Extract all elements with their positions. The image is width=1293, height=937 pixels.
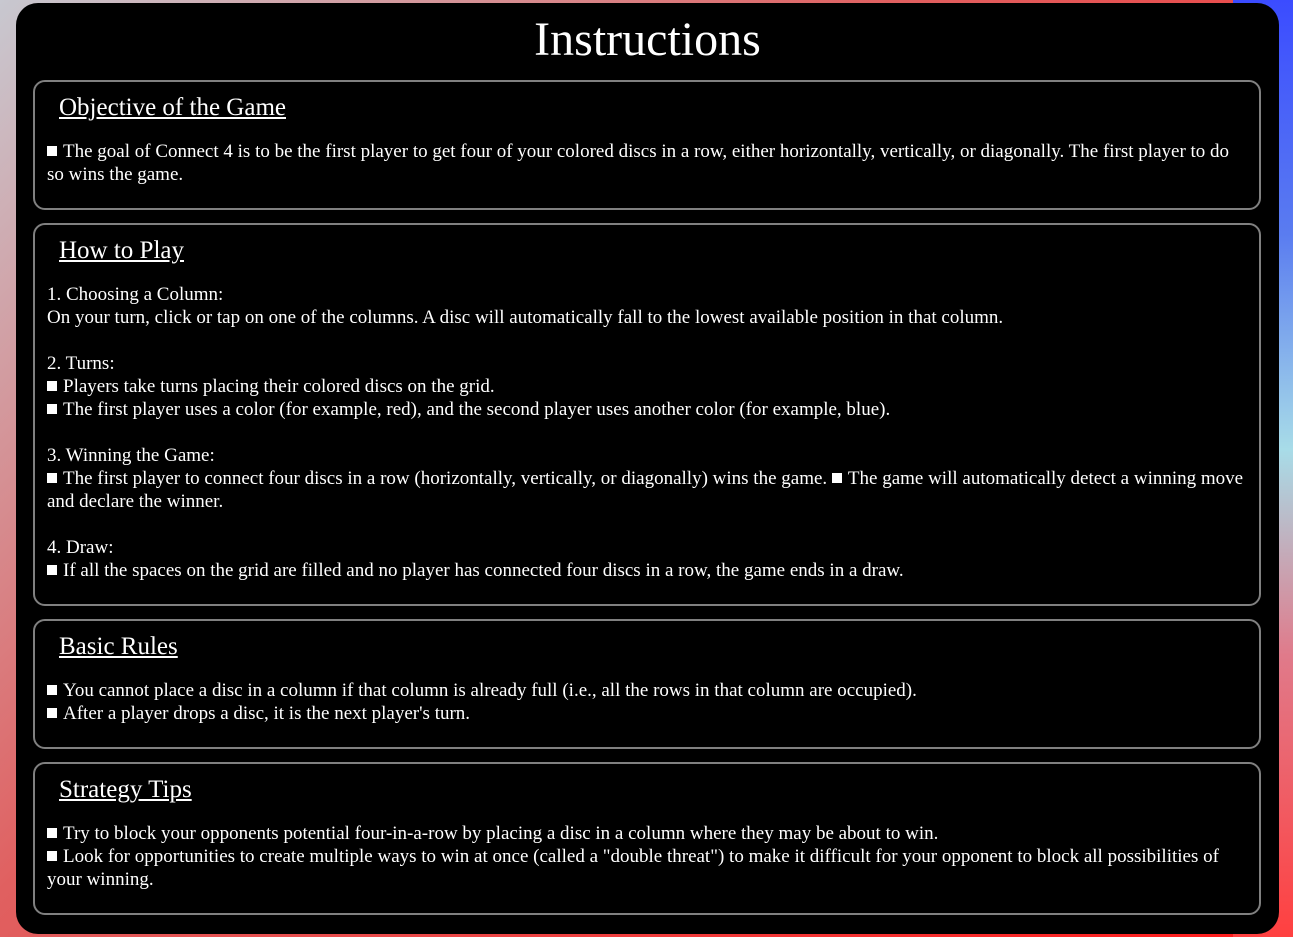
bullet-icon — [47, 381, 57, 391]
bullet-icon — [47, 851, 57, 861]
page-title: Instructions — [534, 13, 761, 66]
rule-item-2: After a player drops a disc, it is the n… — [47, 702, 1247, 725]
bullet-icon — [47, 828, 57, 838]
tip-item-2: Look for opportunities to create multipl… — [47, 846, 1219, 890]
bullet-icon — [47, 708, 57, 718]
turns-title: 2. Turns: — [47, 353, 115, 374]
bullet-icon — [831, 473, 842, 483]
instructions-panel: Instructions Objective of the Game The g… — [16, 3, 1279, 934]
bullet-icon — [47, 565, 57, 575]
rule-item-1: You cannot place a disc in a column if t… — [47, 679, 1247, 702]
turns-item-1: Players take turns placing their colored… — [47, 375, 1247, 398]
winning-title: 3. Winning the Game: — [47, 445, 215, 466]
section-basic-rules: Basic Rules You cannot place a disc in a… — [33, 619, 1261, 749]
winning-text: The first player to connect four discs i… — [47, 468, 1244, 512]
bullet-icon — [47, 146, 57, 156]
tip-item-1: Try to block your opponents potential fo… — [47, 822, 1247, 845]
section-how-to-play: How to Play 1. Choosing a Column: On you… — [33, 223, 1261, 606]
choosing-title: 1. Choosing a Column: — [47, 284, 224, 305]
section-heading-how-to-play: How to Play — [59, 237, 184, 264]
section-heading-basic-rules: Basic Rules — [59, 633, 178, 660]
objective-text: The goal of Connect 4 is to be the first… — [47, 141, 1230, 185]
section-strategy-tips: Strategy Tips Try to block your opponent… — [33, 762, 1261, 915]
bullet-icon — [47, 473, 57, 483]
choosing-text: On your turn, click or tap on one of the… — [47, 307, 1004, 328]
section-objective: Objective of the Game The goal of Connec… — [33, 80, 1261, 210]
bullet-icon — [47, 404, 57, 414]
section-heading-strategy-tips: Strategy Tips — [59, 776, 192, 803]
section-heading-objective: Objective of the Game — [59, 94, 286, 121]
draw-title: 4. Draw: — [47, 537, 114, 558]
bullet-icon — [47, 685, 57, 695]
turns-item-2: The first player uses a color (for examp… — [47, 398, 1247, 421]
draw-item-1: If all the spaces on the grid are filled… — [47, 559, 1247, 582]
